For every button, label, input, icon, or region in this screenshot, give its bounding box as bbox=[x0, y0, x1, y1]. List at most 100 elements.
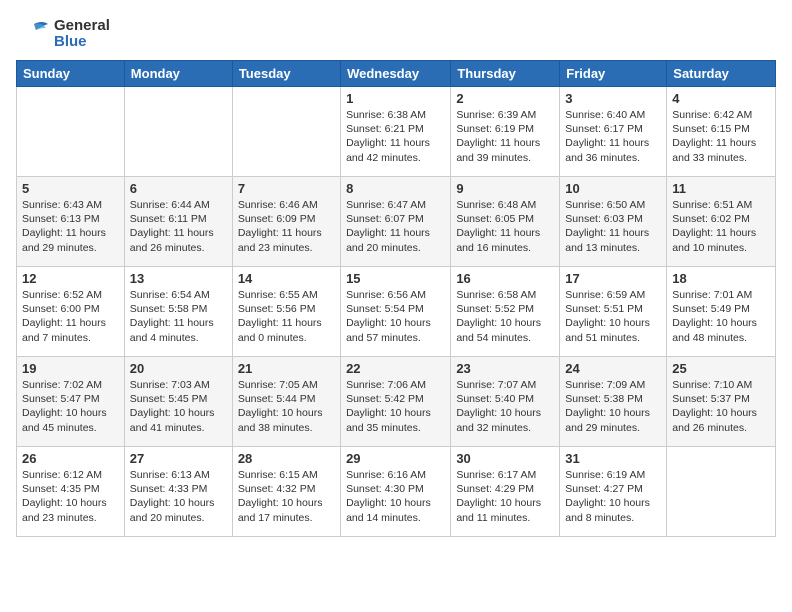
calendar-day-cell: 5 Sunrise: 6:43 AM Sunset: 6:13 PM Daylig… bbox=[17, 177, 125, 267]
calendar-day-cell: 28 Sunrise: 6:15 AM Sunset: 4:32 PM Dayli… bbox=[232, 447, 340, 537]
weekday-header: Thursday bbox=[451, 61, 560, 87]
day-number: 7 bbox=[238, 181, 335, 196]
calendar-day-cell: 12 Sunrise: 6:52 AM Sunset: 6:00 PM Dayli… bbox=[17, 267, 125, 357]
day-number: 4 bbox=[672, 91, 770, 106]
calendar-day-cell: 22Sunrise: 7:06 AM Sunset: 5:42 PM Dayli… bbox=[341, 357, 451, 447]
day-info: Sunrise: 6:43 AM Sunset: 6:13 PM Dayligh… bbox=[22, 198, 119, 255]
calendar-day-cell: 6Sunrise: 6:44 AM Sunset: 6:11 PM Daylig… bbox=[124, 177, 232, 267]
day-number: 12 bbox=[22, 271, 119, 286]
calendar-day-cell: 19 Sunrise: 7:02 AM Sunset: 5:47 PM Dayli… bbox=[17, 357, 125, 447]
day-info: Sunrise: 6:40 AM Sunset: 6:17 PM Dayligh… bbox=[565, 108, 661, 165]
day-number: 21 bbox=[238, 361, 335, 376]
calendar-day-cell: 25 Sunrise: 7:10 AM Sunset: 5:37 PM Dayli… bbox=[667, 357, 776, 447]
calendar-week-row: 26 Sunrise: 6:12 AM Sunset: 4:35 PM Dayli… bbox=[17, 447, 776, 537]
calendar-week-row: 12 Sunrise: 6:52 AM Sunset: 6:00 PM Dayli… bbox=[17, 267, 776, 357]
day-number: 13 bbox=[130, 271, 227, 286]
calendar-day-cell: 21 Sunrise: 7:05 AM Sunset: 5:44 PM Dayli… bbox=[232, 357, 340, 447]
calendar-day-cell bbox=[17, 87, 125, 177]
day-number: 18 bbox=[672, 271, 770, 286]
day-number: 3 bbox=[565, 91, 661, 106]
calendar-day-cell: 30 Sunrise: 6:17 AM Sunset: 4:29 PM Dayli… bbox=[451, 447, 560, 537]
calendar-day-cell: 9Sunrise: 6:48 AM Sunset: 6:05 PM Daylig… bbox=[451, 177, 560, 267]
day-info: Sunrise: 7:05 AM Sunset: 5:44 PM Dayligh… bbox=[238, 378, 335, 435]
day-number: 8 bbox=[346, 181, 445, 196]
calendar-day-cell: 8 Sunrise: 6:47 AM Sunset: 6:07 PM Daylig… bbox=[341, 177, 451, 267]
calendar-day-cell: 24Sunrise: 7:09 AM Sunset: 5:38 PM Dayli… bbox=[560, 357, 667, 447]
calendar-day-cell bbox=[232, 87, 340, 177]
calendar-day-cell: 18 Sunrise: 7:01 AM Sunset: 5:49 PM Dayli… bbox=[667, 267, 776, 357]
calendar-week-row: 5 Sunrise: 6:43 AM Sunset: 6:13 PM Daylig… bbox=[17, 177, 776, 267]
day-info: Sunrise: 6:16 AM Sunset: 4:30 PM Dayligh… bbox=[346, 468, 445, 525]
calendar-day-cell: 1Sunrise: 6:38 AM Sunset: 6:21 PM Daylig… bbox=[341, 87, 451, 177]
calendar-day-cell: 2 Sunrise: 6:39 AM Sunset: 6:19 PM Daylig… bbox=[451, 87, 560, 177]
day-info: Sunrise: 6:13 AM Sunset: 4:33 PM Dayligh… bbox=[130, 468, 227, 525]
day-info: Sunrise: 7:09 AM Sunset: 5:38 PM Dayligh… bbox=[565, 378, 661, 435]
calendar-header-row: SundayMondayTuesdayWednesdayThursdayFrid… bbox=[17, 61, 776, 87]
day-info: Sunrise: 6:42 AM Sunset: 6:15 PM Dayligh… bbox=[672, 108, 770, 165]
day-number: 27 bbox=[130, 451, 227, 466]
weekday-header: Tuesday bbox=[232, 61, 340, 87]
calendar-day-cell: 17 Sunrise: 6:59 AM Sunset: 5:51 PM Dayli… bbox=[560, 267, 667, 357]
day-info: Sunrise: 6:54 AM Sunset: 5:58 PM Dayligh… bbox=[130, 288, 227, 345]
day-number: 10 bbox=[565, 181, 661, 196]
calendar-day-cell bbox=[667, 447, 776, 537]
day-info: Sunrise: 6:50 AM Sunset: 6:03 PM Dayligh… bbox=[565, 198, 661, 255]
logo-bird-icon bbox=[16, 16, 52, 52]
day-info: Sunrise: 7:06 AM Sunset: 5:42 PM Dayligh… bbox=[346, 378, 445, 435]
logo-general-text: General bbox=[54, 18, 110, 35]
day-info: Sunrise: 7:03 AM Sunset: 5:45 PM Dayligh… bbox=[130, 378, 227, 435]
calendar-day-cell: 23Sunrise: 7:07 AM Sunset: 5:40 PM Dayli… bbox=[451, 357, 560, 447]
day-info: Sunrise: 6:51 AM Sunset: 6:02 PM Dayligh… bbox=[672, 198, 770, 255]
day-info: Sunrise: 7:10 AM Sunset: 5:37 PM Dayligh… bbox=[672, 378, 770, 435]
day-number: 31 bbox=[565, 451, 661, 466]
day-number: 30 bbox=[456, 451, 554, 466]
weekday-header: Wednesday bbox=[341, 61, 451, 87]
day-info: Sunrise: 6:46 AM Sunset: 6:09 PM Dayligh… bbox=[238, 198, 335, 255]
day-number: 17 bbox=[565, 271, 661, 286]
day-number: 1 bbox=[346, 91, 445, 106]
weekday-header: Saturday bbox=[667, 61, 776, 87]
day-info: Sunrise: 6:44 AM Sunset: 6:11 PM Dayligh… bbox=[130, 198, 227, 255]
calendar-week-row: 1Sunrise: 6:38 AM Sunset: 6:21 PM Daylig… bbox=[17, 87, 776, 177]
calendar-day-cell: 3 Sunrise: 6:40 AM Sunset: 6:17 PM Daylig… bbox=[560, 87, 667, 177]
calendar-day-cell: 7 Sunrise: 6:46 AM Sunset: 6:09 PM Daylig… bbox=[232, 177, 340, 267]
calendar-day-cell: 27 Sunrise: 6:13 AM Sunset: 4:33 PM Dayli… bbox=[124, 447, 232, 537]
calendar-day-cell: 26 Sunrise: 6:12 AM Sunset: 4:35 PM Dayli… bbox=[17, 447, 125, 537]
day-info: Sunrise: 6:52 AM Sunset: 6:00 PM Dayligh… bbox=[22, 288, 119, 345]
day-number: 25 bbox=[672, 361, 770, 376]
day-info: Sunrise: 6:39 AM Sunset: 6:19 PM Dayligh… bbox=[456, 108, 554, 165]
logo-blue-text: Blue bbox=[54, 34, 110, 51]
day-number: 11 bbox=[672, 181, 770, 196]
day-info: Sunrise: 6:59 AM Sunset: 5:51 PM Dayligh… bbox=[565, 288, 661, 345]
day-info: Sunrise: 6:15 AM Sunset: 4:32 PM Dayligh… bbox=[238, 468, 335, 525]
day-info: Sunrise: 6:56 AM Sunset: 5:54 PM Dayligh… bbox=[346, 288, 445, 345]
calendar-day-cell: 20 Sunrise: 7:03 AM Sunset: 5:45 PM Dayli… bbox=[124, 357, 232, 447]
day-number: 19 bbox=[22, 361, 119, 376]
day-number: 28 bbox=[238, 451, 335, 466]
weekday-header: Sunday bbox=[17, 61, 125, 87]
day-info: Sunrise: 6:17 AM Sunset: 4:29 PM Dayligh… bbox=[456, 468, 554, 525]
logo: General Blue bbox=[16, 16, 110, 52]
day-number: 5 bbox=[22, 181, 119, 196]
day-info: Sunrise: 6:12 AM Sunset: 4:35 PM Dayligh… bbox=[22, 468, 119, 525]
day-info: Sunrise: 6:55 AM Sunset: 5:56 PM Dayligh… bbox=[238, 288, 335, 345]
day-number: 2 bbox=[456, 91, 554, 106]
calendar-day-cell: 13 Sunrise: 6:54 AM Sunset: 5:58 PM Dayli… bbox=[124, 267, 232, 357]
weekday-header: Monday bbox=[124, 61, 232, 87]
day-info: Sunrise: 7:01 AM Sunset: 5:49 PM Dayligh… bbox=[672, 288, 770, 345]
day-info: Sunrise: 7:02 AM Sunset: 5:47 PM Dayligh… bbox=[22, 378, 119, 435]
day-number: 26 bbox=[22, 451, 119, 466]
calendar-day-cell: 29 Sunrise: 6:16 AM Sunset: 4:30 PM Dayli… bbox=[341, 447, 451, 537]
calendar-day-cell: 16Sunrise: 6:58 AM Sunset: 5:52 PM Dayli… bbox=[451, 267, 560, 357]
weekday-header: Friday bbox=[560, 61, 667, 87]
day-number: 29 bbox=[346, 451, 445, 466]
calendar-week-row: 19 Sunrise: 7:02 AM Sunset: 5:47 PM Dayli… bbox=[17, 357, 776, 447]
day-number: 20 bbox=[130, 361, 227, 376]
page-header: General Blue bbox=[16, 16, 776, 52]
day-info: Sunrise: 6:19 AM Sunset: 4:27 PM Dayligh… bbox=[565, 468, 661, 525]
calendar-table: SundayMondayTuesdayWednesdayThursdayFrid… bbox=[16, 60, 776, 537]
day-info: Sunrise: 6:47 AM Sunset: 6:07 PM Dayligh… bbox=[346, 198, 445, 255]
calendar-day-cell: 11 Sunrise: 6:51 AM Sunset: 6:02 PM Dayli… bbox=[667, 177, 776, 267]
calendar-day-cell: 4 Sunrise: 6:42 AM Sunset: 6:15 PM Daylig… bbox=[667, 87, 776, 177]
day-number: 23 bbox=[456, 361, 554, 376]
